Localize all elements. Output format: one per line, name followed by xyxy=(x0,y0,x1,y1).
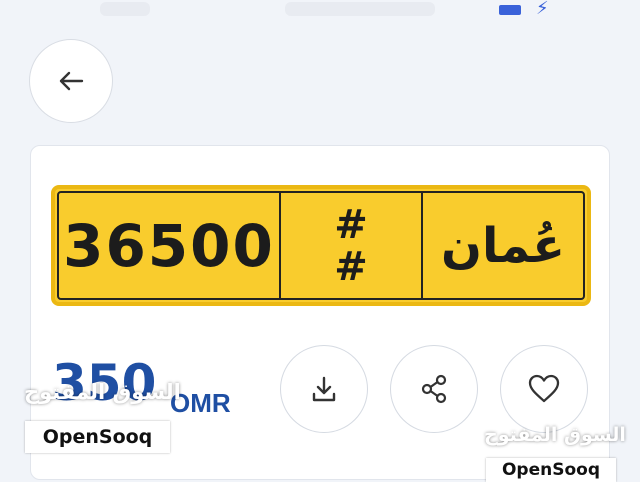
share-button[interactable] xyxy=(390,345,478,433)
license-plate: 36500 # # عُمان xyxy=(51,185,591,306)
download-button[interactable] xyxy=(280,345,368,433)
plate-country: عُمان xyxy=(441,217,565,274)
plate-code-line1: # xyxy=(334,201,368,248)
bolt-icon: ⚡ xyxy=(536,0,549,19)
back-button[interactable] xyxy=(29,39,113,123)
watermark-brand: OpenSooq xyxy=(25,421,170,453)
plate-code: # # xyxy=(281,193,423,298)
battery-icon xyxy=(499,5,521,15)
watermark-arabic: السوق المفتوح xyxy=(24,380,181,404)
favorite-button[interactable] xyxy=(500,345,588,433)
download-icon xyxy=(312,376,336,402)
watermark-arabic: السوق المفتوح xyxy=(484,424,626,446)
status-blur xyxy=(285,2,435,16)
plate-number: 36500 xyxy=(59,193,281,298)
status-bar: ⚡ xyxy=(0,0,640,28)
status-blur xyxy=(100,2,150,16)
heart-icon xyxy=(528,374,560,403)
share-icon xyxy=(421,374,447,404)
watermark-brand: OpenSooq xyxy=(486,458,616,482)
plate-code-line2: # xyxy=(334,243,368,290)
arrow-left-icon xyxy=(59,71,84,91)
